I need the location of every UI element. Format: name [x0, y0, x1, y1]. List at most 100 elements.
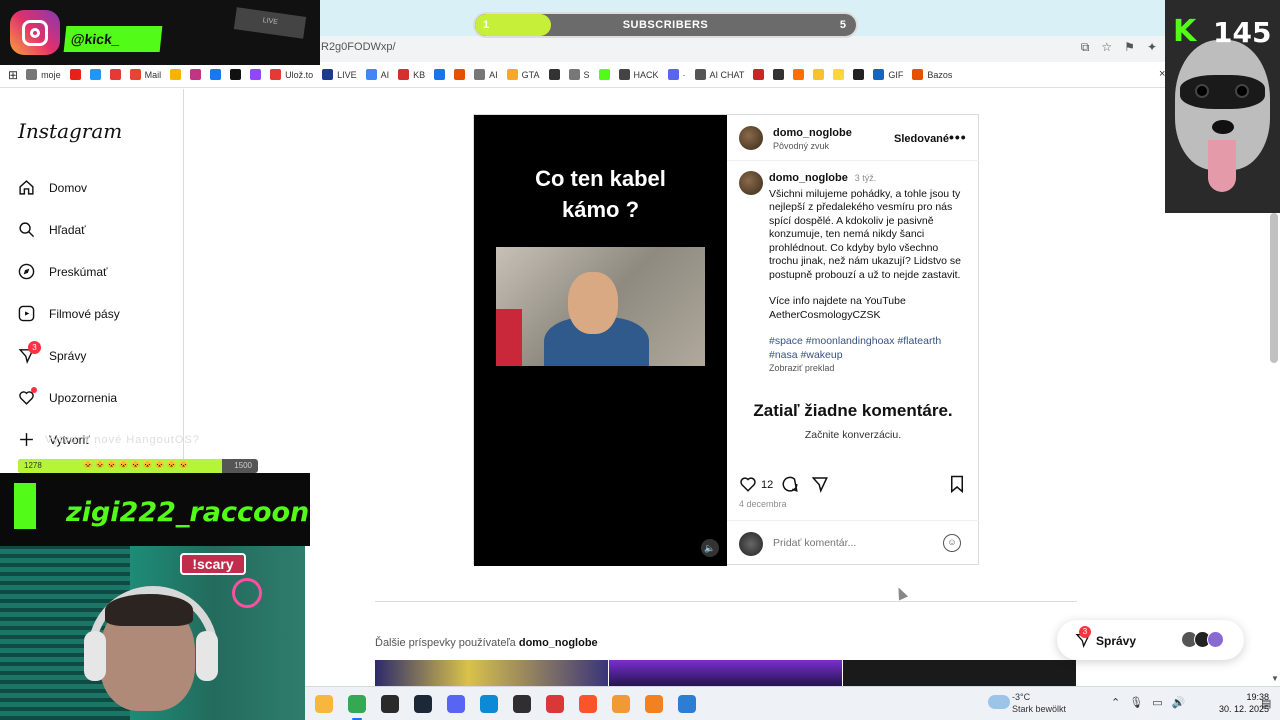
following-button[interactable]: Sledované [894, 133, 949, 145]
bookmark-item[interactable]: LIVE [322, 69, 357, 80]
bookmark-item[interactable] [813, 69, 825, 80]
more-post-thumb[interactable] [843, 660, 1076, 689]
bookmark-item[interactable] [109, 69, 121, 80]
steam-icon[interactable] [414, 695, 432, 713]
nav-explore[interactable]: Preskúmať [18, 263, 108, 280]
notifications-icon[interactable]: ▤ [1261, 697, 1271, 710]
network-icon[interactable]: ▭ [1152, 696, 1162, 709]
bookmark-item[interactable] [190, 69, 202, 80]
bookmark-item[interactable]: Bazos [912, 69, 952, 80]
post-video[interactable]: Co ten kabel kámo ? 🔈 [474, 115, 727, 566]
bookmark-item[interactable] [853, 69, 865, 80]
more-posts-user[interactable]: domo_noglobe [519, 637, 598, 649]
save-bookmark-icon[interactable] [949, 475, 965, 493]
bookmark-favicon-icon [170, 69, 182, 80]
post-author-username[interactable]: domo_noglobe [773, 127, 852, 139]
bookmark-item[interactable]: Ulož.to [270, 69, 313, 80]
bookmark-item[interactable]: GTA [506, 69, 540, 80]
bookmark-item[interactable] [833, 69, 845, 80]
bookmark-item[interactable] [170, 69, 182, 80]
scroll-down-arrow-icon[interactable]: ▼ [1271, 674, 1279, 683]
chevron-up-icon[interactable]: ⌃ [1111, 696, 1120, 709]
bookmark-item[interactable] [89, 69, 101, 80]
bookmark-item[interactable]: S [568, 69, 590, 80]
bookmark-item[interactable]: Mail [129, 69, 161, 80]
cloud-icon[interactable] [988, 695, 1010, 709]
weather-widget[interactable]: -3°C Stark bewölkt [1012, 691, 1066, 715]
chrome-icon[interactable] [348, 695, 366, 713]
nav-home[interactable]: Domov [18, 179, 87, 196]
like-icon[interactable] [739, 475, 757, 493]
instagram-wordmark[interactable]: Instagram [18, 119, 122, 143]
nav-messages[interactable]: 3 Správy [18, 341, 86, 364]
obs-icon[interactable] [513, 695, 531, 713]
bookmark-item[interactable]: GIF [873, 69, 903, 80]
app-orange-icon[interactable] [612, 695, 630, 713]
comment-input[interactable] [773, 537, 923, 549]
epic-games-icon[interactable] [381, 695, 399, 713]
comment-icon[interactable] [781, 475, 799, 493]
bookmark-favicon-icon [434, 69, 446, 80]
home-icon [19, 180, 34, 195]
bookmark-label: HACK [633, 69, 659, 80]
bookmark-item[interactable] [250, 69, 262, 80]
bookmark-item[interactable] [210, 69, 222, 80]
bookmark-item[interactable] [434, 69, 446, 80]
bookmark-star-icon[interactable]: ☆ [1101, 40, 1112, 55]
post-author-avatar[interactable] [739, 126, 763, 150]
like-count[interactable]: 12 [761, 479, 773, 491]
bookmark-item[interactable] [69, 69, 81, 80]
bookmark-item[interactable]: KB [398, 69, 425, 80]
translate-icon[interactable]: ⚑ [1124, 40, 1135, 55]
bookmark-item[interactable] [598, 69, 610, 80]
bookmark-item[interactable]: AI [474, 69, 498, 80]
bookmark-favicon-icon [322, 69, 334, 80]
brave-icon[interactable] [579, 695, 597, 713]
bookmarks-close-icon[interactable]: × [1159, 68, 1165, 80]
caption-author-avatar[interactable] [739, 171, 763, 195]
apps-grid-icon[interactable]: ⊞ [8, 68, 18, 82]
volume-icon[interactable]: 🔊 [1172, 696, 1186, 709]
more-post-thumb[interactable] [375, 660, 608, 689]
bookmark-item[interactable] [773, 69, 785, 80]
bookmark-item[interactable] [793, 69, 805, 80]
bookmark-item[interactable]: AI CHAT [694, 69, 744, 80]
nav-notifications[interactable]: Upozornenia [18, 387, 117, 406]
edge-icon[interactable] [480, 695, 498, 713]
bookmark-favicon-icon [548, 69, 560, 80]
bookmark-favicon-icon [210, 69, 222, 80]
bookmark-item[interactable] [548, 69, 560, 80]
bookmark-item[interactable] [230, 69, 242, 80]
vlc-icon[interactable] [645, 695, 663, 713]
file-explorer-icon[interactable] [315, 695, 333, 713]
emoji-icon[interactable]: ☺ [943, 534, 961, 552]
extension-icon[interactable]: ✦ [1147, 40, 1157, 55]
bookmark-item[interactable] [454, 69, 466, 80]
bookmark-item[interactable]: AI [365, 69, 389, 80]
post-audio[interactable]: Pôvodný zvuk [773, 141, 829, 151]
nav-reels[interactable]: Filmové pásy [18, 305, 120, 322]
caption-hashtags[interactable]: #space #moonlandinghoax #flatearth #nasa… [769, 335, 969, 362]
game-icon[interactable] [546, 695, 564, 713]
install-app-icon[interactable]: ⧉ [1081, 40, 1090, 55]
see-translation-link[interactable]: Zobraziť preklad [769, 362, 969, 376]
url-text[interactable]: R2g0FODWxp/ [321, 41, 396, 53]
page-scrollbar[interactable] [1270, 213, 1278, 363]
bookmark-item[interactable] [753, 69, 765, 80]
bookmark-label: GTA [521, 69, 540, 80]
discord-icon[interactable] [447, 695, 465, 713]
bookmark-item[interactable]: HACK [618, 69, 659, 80]
stream-ticker: Vytvoriť nové HangoutOS? [45, 434, 200, 446]
more-options-icon[interactable]: ••• [949, 129, 967, 145]
caption-username[interactable]: domo_noglobe [769, 172, 848, 184]
app-blue-icon[interactable] [678, 695, 696, 713]
post-date: 4 decembra [739, 499, 787, 509]
share-icon[interactable] [811, 475, 829, 493]
nav-search[interactable]: Hľadať [18, 221, 86, 238]
microphone-icon[interactable]: 🎙 [1129, 696, 1143, 709]
bookmark-item[interactable]: moje [26, 69, 61, 80]
mute-icon[interactable]: 🔈 [701, 539, 719, 557]
bookmark-item[interactable]: · [667, 69, 686, 80]
messages-floating-button[interactable]: 3 Správy [1057, 620, 1244, 660]
more-post-thumb[interactable] [609, 660, 842, 689]
